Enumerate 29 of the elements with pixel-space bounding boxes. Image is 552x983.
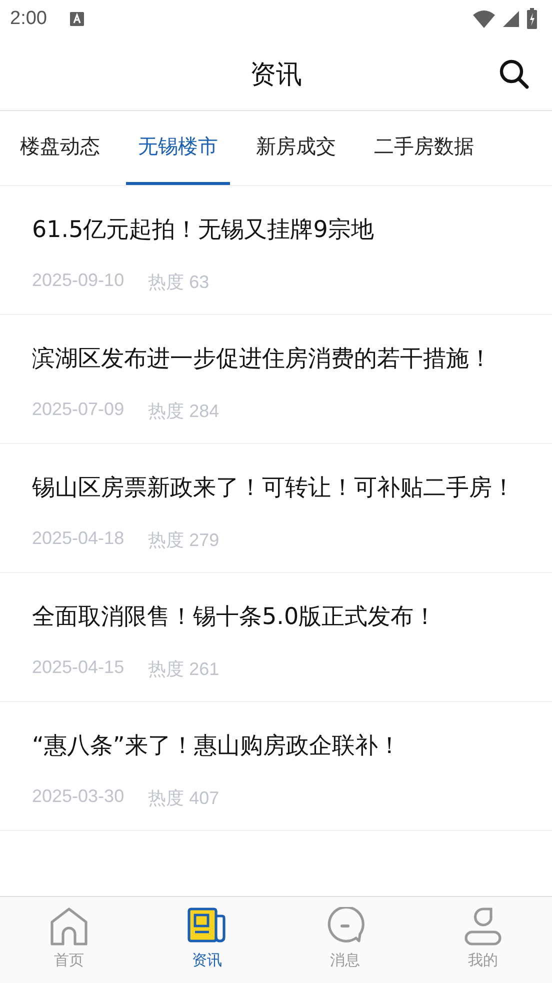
signal-icon <box>502 10 520 28</box>
category-tab[interactable]: 新房成交 <box>244 111 348 185</box>
article-title[interactable]: 锡山区房票新政来了！可转让！可补贴二手房！ <box>32 468 526 508</box>
person-icon <box>463 907 503 947</box>
category-tab[interactable]: 二手房数据 <box>362 111 486 185</box>
status-time: 2:00 <box>10 8 47 30</box>
article-heat: 热度 63 <box>148 271 210 294</box>
wifi-icon <box>472 9 496 29</box>
keyboard-app-icon <box>68 11 85 27</box>
article-heat: 热度 261 <box>148 658 220 681</box>
battery-icon <box>526 8 538 30</box>
article-date: 2025-07-09 <box>32 399 124 421</box>
article-title[interactable]: 全面取消限售！锡十条5.0版正式发布！ <box>32 597 526 637</box>
home-icon <box>49 907 89 947</box>
article-title[interactable]: “惠八条”来了！惠山购房政企联补！ <box>32 726 526 766</box>
article-heat: 热度 279 <box>148 529 220 552</box>
article-date: 2025-04-15 <box>32 657 124 679</box>
article-title[interactable]: 61.5亿元起拍！无锡又挂牌9宗地 <box>32 210 526 250</box>
search-icon[interactable] <box>498 58 530 90</box>
nav-tab[interactable]: 资讯 <box>138 897 276 983</box>
page-title: 资讯 <box>250 58 302 92</box>
category-tab[interactable]: 无锡楼市 <box>126 111 230 185</box>
category-tab[interactable]: 楼盘动态 <box>8 111 112 185</box>
article-heat: 热度 407 <box>148 787 220 810</box>
article-heat: 热度 284 <box>148 400 220 423</box>
article-date: 2025-09-10 <box>32 270 124 292</box>
article-title[interactable]: 滨湖区发布进一步促进住房消费的若干措施！ <box>32 339 526 379</box>
article-date: 2025-04-18 <box>32 528 124 550</box>
article-date: 2025-03-30 <box>32 786 124 808</box>
